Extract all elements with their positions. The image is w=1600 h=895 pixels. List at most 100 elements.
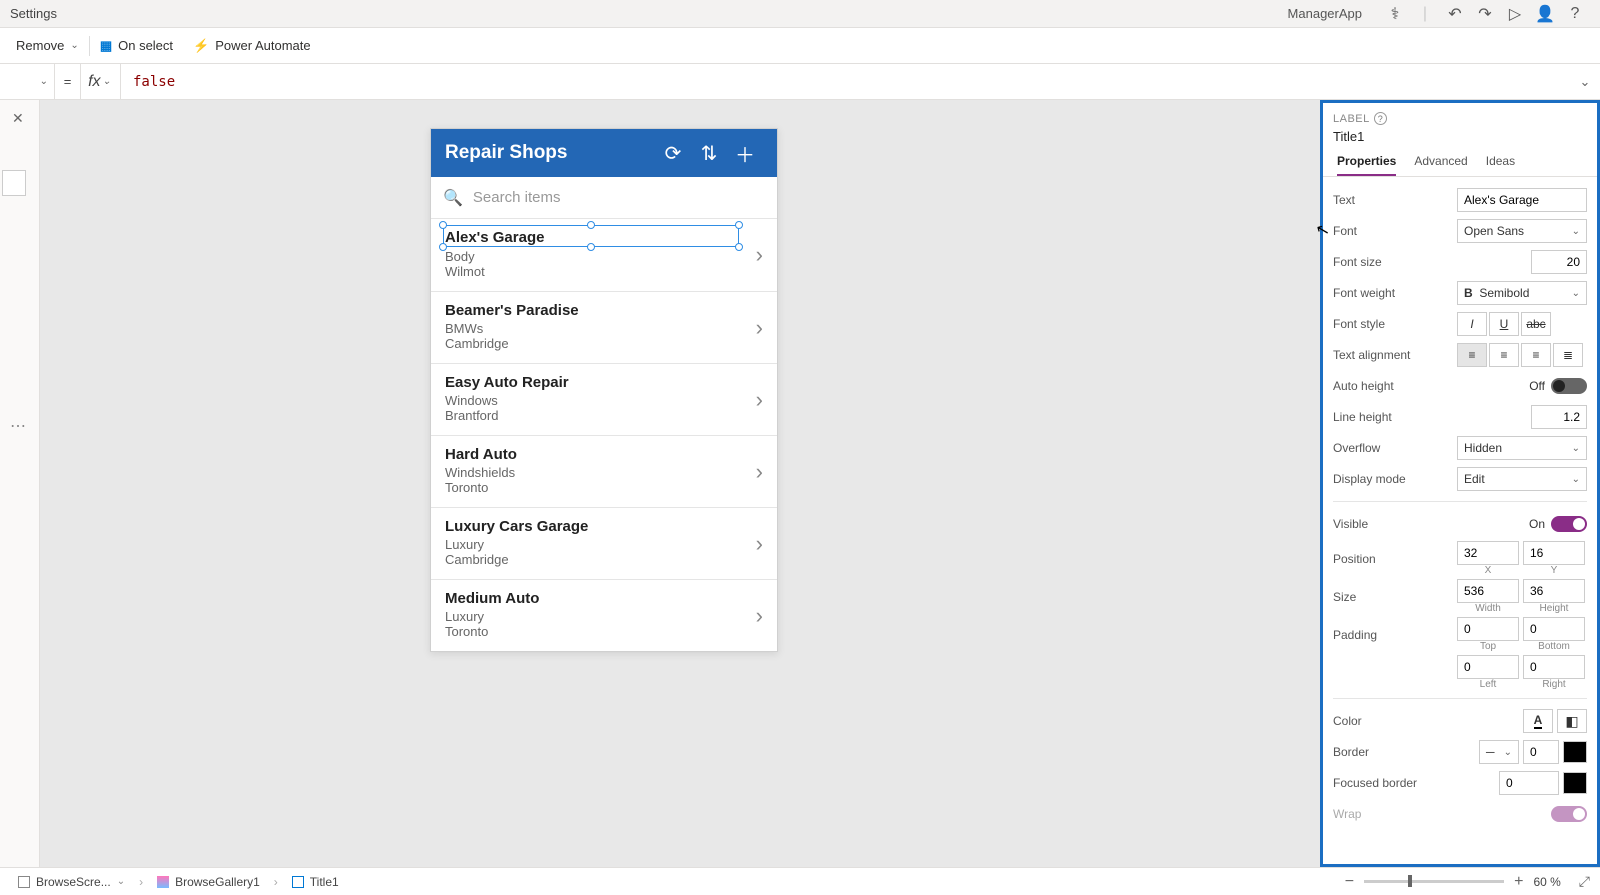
fit-screen-icon[interactable]: ⤢	[1579, 873, 1590, 890]
app-title: Repair Shops	[445, 142, 655, 164]
chevron-right-icon[interactable]: ›	[756, 459, 763, 485]
focusedborder-label: Focused border	[1333, 776, 1451, 790]
fx-button[interactable]: fx⌄	[81, 64, 121, 99]
zoom-value: 60 %	[1533, 875, 1560, 889]
wrap-toggle[interactable]	[1551, 806, 1587, 822]
app-header: Repair Shops ⟳ ⇅ ＋	[431, 129, 777, 177]
breadcrumb-control[interactable]: Title1	[284, 875, 347, 889]
refresh-icon[interactable]: ⟳	[655, 141, 691, 166]
border-label: Border	[1333, 745, 1451, 759]
align-justify-button[interactable]: ≣	[1553, 343, 1583, 367]
tab-ideas[interactable]: Ideas	[1486, 154, 1515, 176]
italic-button[interactable]: I	[1457, 312, 1487, 336]
position-y-input[interactable]	[1523, 541, 1585, 565]
help-icon[interactable]: ?	[1560, 5, 1590, 23]
item-title[interactable]: Alex's Garage	[445, 229, 544, 246]
displaymode-label: Display mode	[1333, 472, 1451, 486]
fontweight-select[interactable]: B Semibold	[1457, 281, 1587, 305]
autoheight-toggle[interactable]	[1551, 378, 1587, 394]
fontweight-label: Font weight	[1333, 286, 1451, 300]
align-left-button[interactable]: ≡	[1457, 343, 1487, 367]
zoom-out-button[interactable]: −	[1345, 873, 1354, 891]
settings-label: Settings	[10, 6, 57, 21]
lineheight-input[interactable]	[1531, 405, 1587, 429]
formula-input[interactable]: false	[121, 74, 1570, 90]
search-bar[interactable]: 🔍 Search items	[431, 177, 777, 219]
tree-stub[interactable]	[2, 170, 26, 196]
chevron-right-icon[interactable]: ›	[756, 387, 763, 413]
list-item[interactable]: Alex's Garage Body Wilmot ›	[431, 219, 777, 292]
padding-top-input[interactable]	[1457, 617, 1519, 641]
chevron-right-icon[interactable]: ›	[756, 531, 763, 557]
canvas[interactable]: Repair Shops ⟳ ⇅ ＋ 🔍 Search items Alex's…	[40, 100, 1320, 867]
list-item[interactable]: Luxury Cars Garage Luxury Cambridge ›	[431, 508, 777, 580]
lineheight-label: Line height	[1333, 410, 1451, 424]
close-tree-icon[interactable]: ✕	[12, 110, 24, 127]
sort-icon[interactable]: ⇅	[691, 141, 727, 166]
info-icon[interactable]: ?	[1374, 112, 1387, 125]
chevron-right-icon[interactable]: ›	[756, 315, 763, 341]
share-icon[interactable]: 👤	[1530, 4, 1560, 24]
focusedborder-width-input[interactable]	[1499, 771, 1559, 795]
list-item[interactable]: Hard Auto Windshields Toronto ›	[431, 436, 777, 508]
search-placeholder: Search items	[473, 189, 765, 206]
border-width-input[interactable]	[1523, 740, 1559, 764]
visible-toggle[interactable]	[1551, 516, 1587, 532]
remove-button[interactable]: Remove ⌄	[6, 28, 89, 63]
strike-button[interactable]: abc	[1521, 312, 1551, 336]
label-icon	[292, 876, 304, 888]
chevron-right-icon[interactable]: ›	[756, 242, 763, 268]
size-h-input[interactable]	[1523, 579, 1585, 603]
onselect-button[interactable]: ▦ On select	[90, 28, 183, 63]
breadcrumb-gallery[interactable]: BrowseGallery1	[149, 875, 268, 889]
overflow-select[interactable]: Hidden	[1457, 436, 1587, 460]
align-center-button[interactable]: ≡	[1489, 343, 1519, 367]
zoom-slider[interactable]	[1364, 880, 1504, 883]
autoheight-label: Auto height	[1333, 379, 1451, 393]
padding-bottom-input[interactable]	[1523, 617, 1585, 641]
fill-color-button[interactable]: ◧	[1557, 709, 1587, 733]
item-title: Luxury Cars Garage	[445, 518, 763, 535]
item-title: Beamer's Paradise	[445, 302, 763, 319]
align-right-button[interactable]: ≡	[1521, 343, 1551, 367]
visible-label: Visible	[1333, 517, 1451, 531]
redo-icon[interactable]: ↷	[1470, 4, 1500, 24]
expand-formula-icon[interactable]: ⌄	[1570, 74, 1600, 90]
play-icon[interactable]: ▷	[1500, 4, 1530, 24]
tree-more-icon[interactable]: ⋯	[10, 416, 28, 436]
formula-bar: ⌄ = fx⌄ false ⌄	[0, 64, 1600, 100]
app-checker-icon[interactable]: ⚕	[1380, 4, 1410, 24]
border-color-swatch[interactable]	[1563, 741, 1587, 763]
border-style-select[interactable]: ─	[1479, 740, 1519, 764]
underline-button[interactable]: U	[1489, 312, 1519, 336]
control-name: Title1	[1333, 129, 1587, 144]
list-item[interactable]: Easy Auto Repair Windows Brantford ›	[431, 364, 777, 436]
list-item[interactable]: Beamer's Paradise BMWs Cambridge ›	[431, 292, 777, 364]
onselect-label: On select	[118, 38, 173, 53]
chevron-down-icon: ⌄	[70, 40, 78, 51]
powerautomate-button[interactable]: ⚡ Power Automate	[183, 28, 321, 63]
size-w-input[interactable]	[1457, 579, 1519, 603]
fontsize-input[interactable]	[1531, 250, 1587, 274]
tab-advanced[interactable]: Advanced	[1414, 154, 1467, 176]
zoom-in-button[interactable]: +	[1514, 873, 1523, 891]
chevron-right-icon[interactable]: ›	[756, 603, 763, 629]
tab-properties[interactable]: Properties	[1337, 154, 1396, 176]
position-x-input[interactable]	[1457, 541, 1519, 565]
add-icon[interactable]: ＋	[727, 139, 763, 168]
list-item[interactable]: Medium Auto Luxury Toronto ›	[431, 580, 777, 651]
property-dropdown[interactable]: ⌄	[0, 64, 55, 99]
item-body: Toronto	[445, 624, 763, 639]
item-body: Cambridge	[445, 552, 763, 567]
text-input[interactable]	[1457, 188, 1587, 212]
displaymode-select[interactable]: Edit	[1457, 467, 1587, 491]
undo-icon[interactable]: ↶	[1440, 4, 1470, 24]
item-subtitle: Luxury	[445, 537, 763, 552]
font-select[interactable]: Open Sans	[1457, 219, 1587, 243]
breadcrumb-screen[interactable]: BrowseScre... ⌄	[10, 875, 133, 889]
font-color-button[interactable]: A	[1523, 709, 1553, 733]
focusedborder-color-swatch[interactable]	[1563, 772, 1587, 794]
padding-left-input[interactable]	[1457, 655, 1519, 679]
powerautomate-icon: ⚡	[193, 38, 209, 54]
padding-right-input[interactable]	[1523, 655, 1585, 679]
